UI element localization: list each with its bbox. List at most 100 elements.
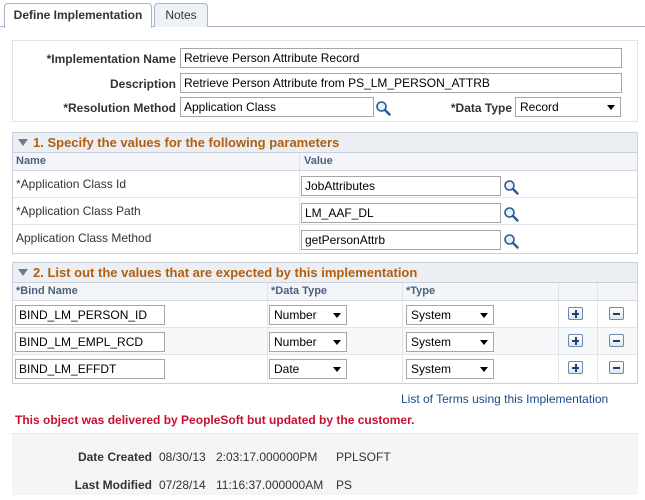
column-divider — [299, 198, 300, 224]
plus-icon-stem — [574, 310, 577, 318]
column-divider — [558, 283, 559, 300]
resolution-method-input[interactable]: Application Class — [180, 97, 374, 117]
minus-icon — [613, 367, 620, 369]
bind-data-type-select[interactable]: Number — [269, 332, 347, 352]
bind-column-headers: *Bind Name *Data Type *Type — [13, 283, 637, 301]
bind-grid-header[interactable]: 2. List out the values that are expected… — [13, 263, 637, 283]
bind-data-type-value: Date — [274, 362, 300, 376]
param-name: Application Class Method — [16, 231, 152, 245]
chevron-down-icon — [480, 313, 488, 318]
chevron-down-icon — [333, 340, 341, 345]
collapse-triangle-icon[interactable] — [18, 269, 28, 276]
bind-data-type-value: Number — [274, 308, 317, 322]
bind-type-value: System — [411, 362, 452, 376]
column-divider — [267, 328, 268, 354]
description-label: Description — [109, 77, 176, 91]
column-divider — [402, 301, 403, 327]
customization-warning: This object was delivered by PeopleSoft … — [15, 413, 415, 427]
bind-name-input[interactable]: BIND_LM_EFFDT — [15, 359, 165, 379]
bind-data-type-select[interactable]: Date — [269, 359, 347, 379]
tab-define-implementation[interactable]: Define Implementation — [4, 3, 152, 28]
column-divider — [597, 355, 598, 382]
column-divider — [597, 283, 598, 300]
created-by: PPLSOFT — [336, 450, 391, 464]
chevron-down-icon — [480, 340, 488, 345]
date-created-label: Date Created — [77, 450, 152, 464]
bind-type-value: System — [411, 308, 452, 322]
column-divider — [267, 355, 268, 382]
param-name: *Application Class Path — [16, 204, 141, 218]
bind-name-input[interactable]: BIND_LM_PERSON_ID — [15, 305, 165, 325]
chevron-down-icon — [333, 367, 341, 372]
bind-type-value: System — [411, 335, 452, 349]
chevron-down-icon — [480, 367, 488, 372]
delete-row-button[interactable] — [609, 361, 624, 374]
date-created-time: 2:03:17.000000PM — [216, 450, 318, 464]
implementation-name-input[interactable]: Retrieve Person Attribute Record — [180, 48, 622, 68]
parameters-grid-title: 1. Specify the values for the following … — [33, 135, 340, 150]
audit-info: Date Created 08/30/13 2:03:17.000000PM P… — [12, 433, 638, 495]
resolution-method-label: *Resolution Method — [63, 101, 176, 115]
chevron-down-icon — [333, 313, 341, 318]
add-row-button[interactable] — [568, 334, 583, 347]
minus-icon — [613, 313, 620, 315]
application-class-method-input[interactable]: getPersonAttrb — [301, 230, 501, 250]
parameters-grid-header[interactable]: 1. Specify the values for the following … — [13, 133, 637, 153]
column-divider — [558, 301, 559, 327]
tab-notes[interactable]: Notes — [154, 3, 208, 27]
data-type-label: *Data Type — [450, 101, 512, 115]
last-modified-date: 07/28/14 — [159, 478, 206, 492]
delete-row-button[interactable] — [609, 307, 624, 320]
modified-by: PS — [336, 478, 353, 492]
bind-type-select[interactable]: System — [406, 305, 494, 325]
column-divider — [267, 301, 268, 327]
application-class-path-input[interactable]: LM_AAF_DL — [301, 203, 501, 223]
column-divider — [402, 328, 403, 354]
column-divider — [402, 283, 403, 300]
plus-icon-stem — [574, 337, 577, 345]
tab-bar: Define Implementation Notes — [0, 0, 645, 28]
column-divider — [299, 225, 300, 252]
column-divider — [402, 355, 403, 382]
column-divider — [597, 301, 598, 327]
column-header-bind-name: *Bind Name — [16, 285, 78, 297]
delete-row-button[interactable] — [609, 334, 624, 347]
add-row-button[interactable] — [568, 361, 583, 374]
plus-icon-stem — [574, 364, 577, 372]
bind-type-select[interactable]: System — [406, 332, 494, 352]
column-divider — [597, 328, 598, 354]
list-of-terms-link[interactable]: List of Terms using this Implementation — [401, 392, 608, 406]
description-input[interactable]: Retrieve Person Attribute from PS_LM_PER… — [180, 73, 622, 93]
bind-name-input[interactable]: BIND_LM_EMPL_RCD — [15, 332, 165, 352]
bind-grid-title: 2. List out the values that are expected… — [33, 265, 418, 280]
bind-data-type-value: Number — [274, 335, 317, 349]
column-divider — [299, 171, 300, 197]
last-modified-time: 11:16:37.000000AM — [216, 478, 324, 492]
application-class-method-lookup-icon[interactable] — [503, 233, 519, 249]
last-modified-label: Last Modified — [74, 478, 152, 492]
chevron-down-icon — [607, 105, 615, 110]
add-row-button[interactable] — [568, 307, 583, 320]
bind-data-type-select[interactable]: Number — [269, 305, 347, 325]
bind-type-select[interactable]: System — [406, 359, 494, 379]
column-divider — [558, 328, 559, 354]
column-header-value: Value — [304, 155, 333, 167]
date-created-date: 08/30/13 — [159, 450, 206, 464]
column-divider — [558, 355, 559, 382]
resolution-method-lookup-icon[interactable] — [375, 100, 391, 116]
column-divider — [299, 153, 300, 170]
column-header-data-type: *Data Type — [271, 285, 328, 297]
minus-icon — [613, 340, 620, 342]
column-header-type: *Type — [406, 285, 436, 297]
data-type-value: Record — [520, 100, 559, 114]
data-type-select[interactable]: Record — [515, 97, 621, 117]
implementation-name-label: *Implementation Name — [46, 52, 176, 66]
collapse-triangle-icon[interactable] — [18, 139, 28, 146]
application-class-id-input[interactable]: JobAttributes — [301, 176, 501, 196]
column-header-name: Name — [16, 155, 46, 167]
application-class-path-lookup-icon[interactable] — [503, 206, 519, 222]
param-name: *Application Class Id — [16, 177, 127, 191]
parameters-column-headers: Name Value — [13, 153, 637, 171]
application-class-id-lookup-icon[interactable] — [503, 179, 519, 195]
column-divider — [267, 283, 268, 300]
